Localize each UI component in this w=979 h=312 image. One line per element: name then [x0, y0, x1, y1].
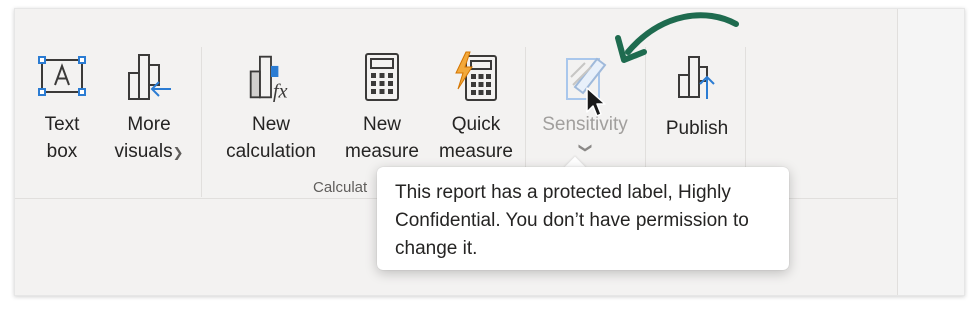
- new-measure-button[interactable]: New measure: [341, 49, 423, 165]
- chevron-down-icon: ❯: [578, 142, 593, 154]
- publish-label: Publish: [665, 118, 729, 139]
- more-visuals-icon: [125, 49, 173, 105]
- calculator-icon: [358, 49, 406, 105]
- more-visuals-label: More visuals❯: [115, 111, 184, 166]
- new-calculation-button[interactable]: fx New calculation: [218, 49, 324, 165]
- side-pane: [897, 9, 964, 295]
- mouse-cursor-icon: [586, 87, 606, 117]
- tooltip-text: This report has a protected label, Highl…: [395, 182, 749, 259]
- new-measure-label: New measure: [345, 114, 419, 162]
- text-box-button[interactable]: Text box: [35, 49, 89, 165]
- callout-arrow-icon: [615, 12, 739, 63]
- new-calculation-icon: fx: [247, 49, 295, 105]
- more-visuals-text: More visuals: [114, 114, 173, 162]
- quick-measure-button[interactable]: Quick measure: [435, 49, 517, 165]
- text-box-label: Text box: [44, 114, 80, 162]
- group-label-calculations: Calculat: [313, 179, 368, 196]
- more-visuals-button[interactable]: More visuals❯: [107, 49, 191, 166]
- quick-measure-label: Quick measure: [439, 114, 513, 162]
- chevron-down-icon: ❯: [172, 145, 184, 160]
- quick-measure-icon: [452, 49, 500, 105]
- group-separator: [201, 47, 202, 197]
- new-calculation-label: New calculation: [226, 114, 316, 162]
- text-box-icon: [38, 49, 86, 105]
- svg-text:fx: fx: [273, 80, 288, 102]
- sensitivity-tooltip: This report has a protected label, Highl…: [377, 167, 789, 270]
